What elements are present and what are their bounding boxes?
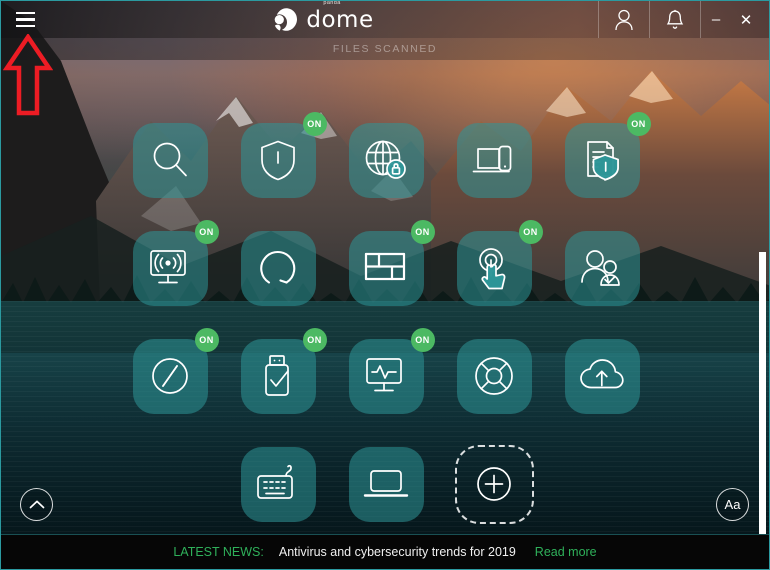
app-logo: panda dome — [49, 1, 598, 33]
scan-tile[interactable] — [132, 122, 208, 198]
document-shield-icon — [580, 138, 624, 182]
bell-notification-icon[interactable] — [650, 1, 700, 38]
tile-slot — [548, 214, 656, 322]
tile-slot — [116, 106, 224, 214]
hand-touch-icon — [473, 245, 515, 291]
panda-logo-icon — [275, 7, 298, 31]
remote-access-tile[interactable] — [348, 446, 424, 522]
virtual-keyboard-tile[interactable] — [240, 446, 316, 522]
tile-slot: ON — [440, 214, 548, 322]
status-badge: ON — [302, 111, 327, 136]
panda-dome-window: panda dome – ✕ FILES SCANNED ON ON ON ON… — [0, 0, 770, 570]
tile-slot: ON — [548, 106, 656, 214]
user-account-icon[interactable] — [599, 1, 649, 38]
tile-slot: ON — [224, 322, 332, 430]
life-ring-icon — [471, 353, 517, 399]
status-badge: ON — [302, 327, 327, 352]
laptop-phone-icon — [471, 141, 517, 179]
add-service-tile[interactable] — [454, 444, 534, 524]
logo-superscript: panda — [323, 0, 341, 6]
tile-slot — [440, 106, 548, 214]
news-bar: LATEST NEWS: Antivirus and cybersecurity… — [1, 534, 769, 569]
tile-slot — [440, 322, 548, 430]
monitor-pulse-icon — [363, 355, 409, 397]
laptop-icon — [362, 466, 410, 502]
plus-circle-icon — [472, 462, 516, 506]
vpn-globe-lock-tile[interactable] — [348, 122, 424, 198]
status-badge: ON — [410, 219, 435, 244]
tile-slot: ON — [116, 322, 224, 430]
empty-slot — [133, 447, 208, 522]
parental-control-tile[interactable] — [564, 230, 640, 306]
vertical-scrollbar[interactable] — [758, 60, 767, 540]
wifi-protection-tile[interactable]: ON — [132, 219, 219, 306]
status-badge: ON — [194, 219, 219, 244]
status-badge: ON — [626, 111, 651, 136]
antivirus-shield-tile[interactable]: ON — [240, 111, 327, 198]
tile-slot — [548, 430, 656, 538]
process-monitor-tile[interactable]: ON — [348, 327, 435, 414]
tile-slot — [440, 430, 548, 538]
application-control-tile[interactable]: ON — [456, 219, 543, 306]
empty-slot — [565, 447, 640, 522]
tile-slot — [224, 214, 332, 322]
status-badge: ON — [410, 327, 435, 352]
close-button[interactable]: ✕ — [731, 1, 761, 38]
news-headline: Antivirus and cybersecurity trends for 2… — [278, 545, 516, 559]
usb-check-icon — [259, 353, 297, 399]
tile-slot — [548, 322, 656, 430]
tile-slot: ON — [332, 214, 440, 322]
tile-slot: ON — [116, 214, 224, 322]
cloud-backup-tile[interactable] — [564, 338, 640, 414]
compass-icon — [148, 354, 192, 398]
cloud-upload-icon — [578, 357, 626, 395]
optimization-tile[interactable] — [240, 230, 316, 306]
service-tiles-grid: ON ON ON ON ON ON ON ON — [1, 106, 769, 538]
files-scanned-strip: FILES SCANNED — [1, 38, 769, 60]
read-more-link[interactable]: Read more — [535, 545, 597, 559]
arc-gauge-icon — [256, 246, 300, 290]
text-size-button[interactable]: Aa — [716, 488, 749, 521]
usb-protection-tile[interactable]: ON — [240, 327, 327, 414]
shield-icon — [257, 138, 299, 182]
scroll-up-button[interactable] — [20, 488, 53, 521]
minimize-button[interactable]: – — [701, 1, 731, 38]
tile-slot — [224, 430, 332, 538]
chevron-up-icon — [29, 500, 44, 509]
app-title: dome — [306, 6, 374, 33]
status-badge: ON — [518, 219, 543, 244]
rescue-kit-tile[interactable] — [456, 338, 532, 414]
title-bar: panda dome – ✕ — [1, 1, 769, 38]
data-shield-tile[interactable]: ON — [564, 111, 651, 198]
tile-slot — [332, 430, 440, 538]
tile-slot: ON — [332, 322, 440, 430]
firewall-tile[interactable]: ON — [348, 219, 435, 306]
title-bar-actions: – ✕ — [598, 1, 769, 38]
scrollbar-thumb[interactable] — [759, 252, 766, 540]
news-label: LATEST NEWS: — [173, 545, 264, 559]
files-scanned-label: FILES SCANNED — [332, 43, 438, 55]
firewall-grid-icon — [363, 249, 409, 287]
window-controls: – ✕ — [701, 1, 769, 38]
monitor-wifi-icon — [147, 247, 193, 289]
tile-slot — [332, 106, 440, 214]
hamburger-menu-icon[interactable] — [1, 1, 49, 38]
keyboard-icon — [255, 463, 301, 505]
globe-lock-icon — [363, 138, 409, 182]
safe-browsing-tile[interactable]: ON — [132, 327, 219, 414]
my-devices-tile[interactable] — [456, 122, 532, 198]
status-badge: ON — [194, 327, 219, 352]
two-users-icon — [579, 248, 625, 288]
tile-slot: ON — [224, 106, 332, 214]
tile-slot — [116, 430, 224, 538]
magnifier-icon — [148, 138, 192, 182]
